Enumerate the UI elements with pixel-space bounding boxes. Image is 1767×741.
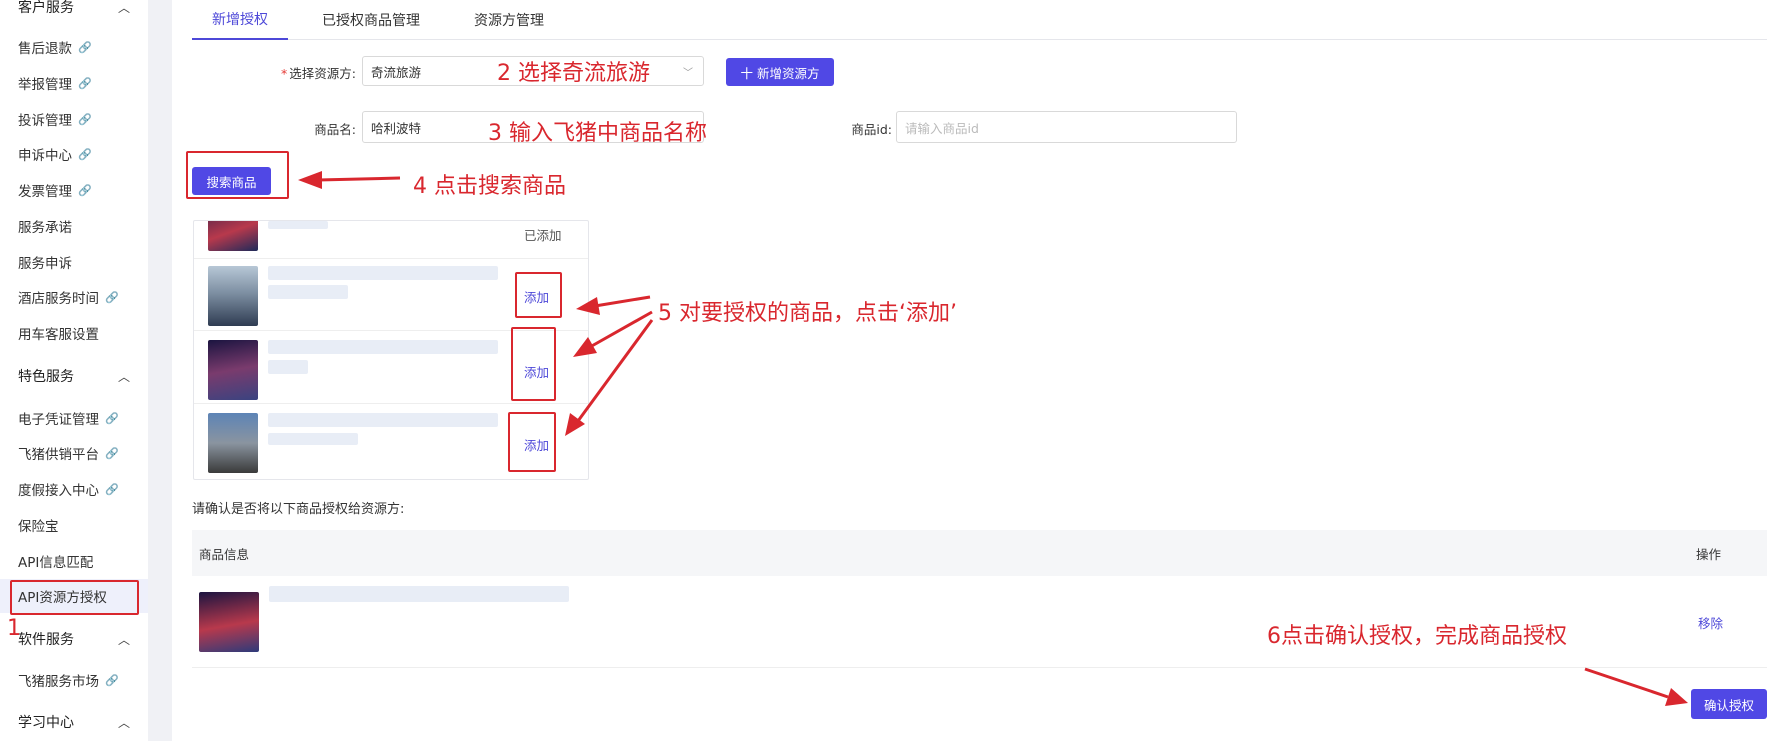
sidebar-item-label: 飞猪服务市场	[18, 674, 99, 690]
sidebar-item-label: API信息匹配	[18, 555, 94, 571]
sidebar-item-label: 举报管理	[18, 77, 72, 93]
confirm-authorization-button[interactable]: 确认授权	[1691, 689, 1767, 719]
blurred-product-subtitle	[268, 360, 308, 374]
annotation-box-step5b	[511, 327, 556, 401]
sidebar-item-report-management[interactable]: 举报管理 🔗	[0, 66, 148, 100]
link-icon: 🔗	[105, 446, 119, 460]
confirm-prompt: 请确认是否将以下商品授权给资源方:	[192, 502, 405, 517]
sidebar-item-complaint-management[interactable]: 投诉管理 🔗	[0, 102, 148, 136]
added-status: 已添加	[524, 228, 562, 243]
link-icon: 🔗	[105, 673, 119, 687]
sidebar-item-fliggy-supply-platform[interactable]: 飞猪供销平台 🔗	[0, 436, 148, 470]
annotation-box-step4	[186, 151, 289, 199]
annotation-step3: 3 输入飞猪中商品名称	[488, 121, 707, 146]
link-icon: 🔗	[105, 482, 119, 496]
link-icon: 🔗	[105, 290, 119, 304]
link-icon: 🔗	[78, 40, 92, 54]
annotation-box-step5a	[515, 272, 562, 318]
product-id-label: 商品id:	[851, 122, 892, 137]
sidebar-section-label: 客户服务	[18, 0, 74, 16]
sidebar-item-label: 服务申诉	[18, 256, 72, 272]
sidebar: 客户服务 ︿ 售后退款 🔗 举报管理 🔗 投诉管理 🔗 申诉中心 🔗 发票管理 🔗 服务承…	[0, 0, 148, 741]
blurred-product-title	[269, 586, 569, 602]
result-row: 已添加	[194, 221, 588, 259]
sidebar-item-label: 度假接入中心	[18, 483, 99, 499]
link-icon: 🔗	[105, 411, 119, 425]
sidebar-item-api-info-match[interactable]: API信息匹配	[0, 544, 148, 578]
sidebar-item-label: 保险宝	[18, 519, 59, 535]
blurred-product-subtitle	[268, 285, 348, 299]
product-id-input[interactable]: 请输入商品id	[896, 111, 1237, 143]
link-icon: 🔗	[78, 147, 92, 161]
sidebar-section-customer-service[interactable]: 客户服务 ︿	[0, 0, 148, 27]
sidebar-item-label: 发票管理	[18, 184, 72, 200]
product-thumbnail	[208, 221, 258, 251]
column-product-info: 商品信息	[199, 546, 250, 562]
add-resource-button[interactable]: 十 新增资源方	[726, 58, 834, 86]
sidebar-item-invoice-management[interactable]: 发票管理 🔗	[0, 173, 148, 207]
sidebar-item-label: 酒店服务时间	[18, 291, 99, 307]
sidebar-section-featured-services[interactable]: 特色服务 ︿	[0, 356, 148, 396]
annotation-step2: 2 选择奇流旅游	[497, 61, 650, 86]
sidebar-item-service-appeal[interactable]: 服务申诉	[0, 245, 148, 279]
sidebar-item-label: 售后退款	[18, 41, 72, 57]
column-action: 操作	[1696, 546, 1722, 562]
sidebar-section-label: 特色服务	[18, 369, 74, 385]
resource-field-label: * 选择资源方:	[272, 63, 356, 82]
link-icon: 🔗	[78, 76, 92, 90]
sidebar-item-appeal-center[interactable]: 申诉中心 🔗	[0, 137, 148, 171]
chevron-up-icon: ︿	[117, 0, 130, 15]
product-thumbnail	[208, 413, 258, 473]
sidebar-item-label: 服务承诺	[18, 220, 72, 236]
sidebar-item-label: 电子凭证管理	[18, 412, 99, 428]
sidebar-section-learning-center[interactable]: 学习中心 ︿	[0, 702, 148, 741]
sidebar-item-label: 申诉中心	[18, 148, 72, 164]
sidebar-section-label: 软件服务	[18, 632, 74, 648]
tab-resource-management[interactable]: 资源方管理	[454, 0, 564, 40]
resource-select-value: 奇流旅游	[371, 64, 422, 80]
product-thumbnail	[208, 340, 258, 400]
sidebar-item-label: 用车客服设置	[18, 327, 99, 343]
resource-label-text: 选择资源方:	[289, 66, 356, 81]
sidebar-item-e-voucher-management[interactable]: 电子凭证管理 🔗	[0, 401, 148, 435]
blurred-product-title	[268, 413, 498, 427]
tab-new-authorization[interactable]: 新增授权	[192, 0, 288, 40]
product-thumbnail	[208, 266, 258, 326]
sidebar-item-car-service-settings[interactable]: 用车客服设置	[0, 316, 148, 350]
link-icon: 🔗	[78, 183, 92, 197]
sidebar-item-insurance[interactable]: 保险宝	[0, 508, 148, 542]
blurred-product-title	[268, 266, 498, 280]
annotation-step6: 6点击确认授权，完成商品授权	[1267, 624, 1567, 649]
required-mark: *	[281, 66, 288, 81]
annotation-step5: 5 对要授权的商品，点击‘添加’	[658, 301, 957, 326]
annotation-step4: 4 点击搜索商品	[413, 174, 566, 199]
sidebar-item-vacation-access-center[interactable]: 度假接入中心 🔗	[0, 472, 148, 506]
blurred-product-title	[268, 221, 328, 229]
link-icon: 🔗	[78, 112, 92, 126]
chevron-up-icon: ︿	[117, 369, 130, 384]
chevron-down-icon: ﹀	[683, 67, 693, 79]
tab-bar: 新增授权 已授权商品管理 资源方管理	[192, 0, 1767, 40]
sidebar-item-label: 飞猪供销平台	[18, 447, 99, 463]
product-thumbnail	[199, 592, 259, 652]
chevron-up-icon: ︿	[117, 632, 130, 647]
product-name-label: 商品名:	[314, 122, 356, 137]
table-header: 商品信息 操作	[192, 530, 1767, 576]
remove-product-link[interactable]: 移除	[1698, 613, 1723, 632]
chevron-up-icon: ︿	[117, 715, 130, 730]
blurred-product-subtitle	[268, 433, 358, 445]
sidebar-item-label: 投诉管理	[18, 113, 72, 129]
sidebar-item-after-sale-refund[interactable]: 售后退款 🔗	[0, 30, 148, 64]
tab-authorized-products[interactable]: 已授权商品管理	[302, 0, 440, 40]
sidebar-section-software-services[interactable]: 软件服务 ︿	[0, 619, 148, 659]
sidebar-item-fliggy-service-market[interactable]: 飞猪服务市场 🔗	[0, 663, 148, 697]
annotation-box-step5c	[508, 412, 556, 472]
sidebar-item-service-promise[interactable]: 服务承诺	[0, 209, 148, 243]
blurred-product-title	[268, 340, 498, 354]
sidebar-section-label: 学习中心	[18, 715, 74, 731]
annotation-box-step1	[10, 580, 139, 615]
annotation-step1: 1	[7, 616, 21, 641]
sidebar-item-hotel-service-time[interactable]: 酒店服务时间 🔗	[0, 280, 148, 314]
